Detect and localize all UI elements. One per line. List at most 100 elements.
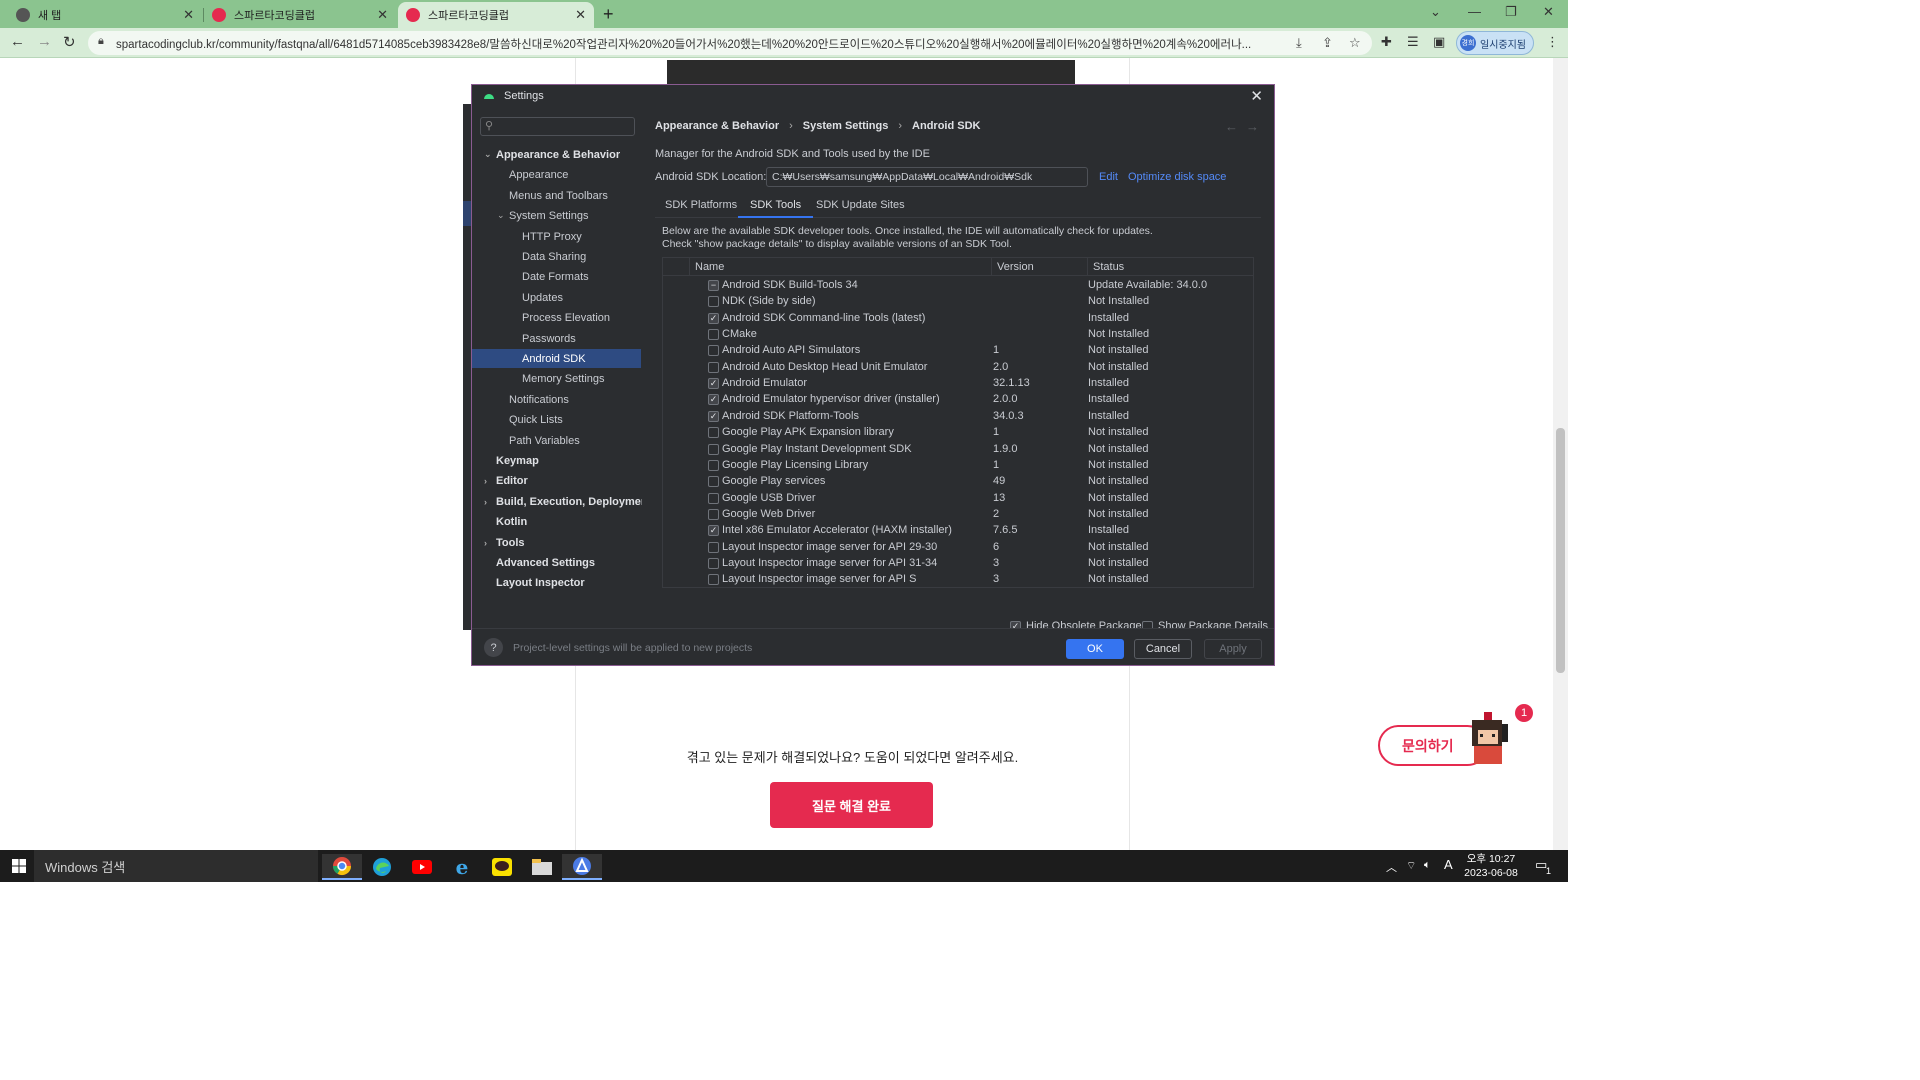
url-text[interactable]: spartacodingclub.kr/community/fastqna/al…	[116, 36, 1276, 52]
sidebar-item-keymap[interactable]: Keymap	[472, 451, 641, 470]
share-icon[interactable]: ⇪	[1322, 35, 1333, 51]
column-header-version[interactable]: Version	[997, 261, 1034, 273]
sidebar-item-appearance-behavior[interactable]: ⌄ Appearance & Behavior	[472, 145, 641, 164]
close-tab-icon[interactable]: ✕	[575, 7, 586, 23]
optimize-disk-link[interactable]: Optimize disk space	[1128, 171, 1226, 183]
row-checkbox[interactable]	[708, 574, 719, 585]
tray-overflow-icon[interactable]: ︿	[1386, 859, 1397, 875]
tab-search-icon[interactable]: ⌄	[1430, 4, 1441, 20]
sidebar-item-android-sdk[interactable]: Android SDK	[472, 349, 641, 368]
minimize-icon[interactable]: —	[1468, 4, 1481, 19]
browser-tab-sparta-active[interactable]: 스파르타코딩클럽 ✕	[398, 2, 594, 28]
sidebar-item-quick-lists[interactable]: Quick Lists	[472, 410, 641, 429]
table-row[interactable]: ✓ Intel x86 Emulator Accelerator (HAXM in…	[663, 523, 1253, 539]
sdk-location-field[interactable]: C:₩Users₩samsung₩AppData₩Local₩Android₩S…	[766, 167, 1088, 187]
media-queue-icon[interactable]: ☰	[1407, 34, 1419, 50]
row-checkbox[interactable]: −	[708, 280, 719, 291]
restore-icon[interactable]: ❐	[1505, 4, 1517, 20]
sidebar-item-memory-settings[interactable]: Memory Settings	[472, 369, 641, 388]
kakaotalk-taskbar-icon[interactable]	[482, 854, 522, 880]
extensions-icon[interactable]: ✚	[1381, 34, 1392, 50]
table-row[interactable]: CMake Not Installed	[663, 327, 1253, 343]
page-scrollbar[interactable]	[1553, 58, 1568, 850]
row-checkbox[interactable]	[708, 493, 719, 504]
sidebar-item-http-proxy[interactable]: HTTP Proxy	[472, 227, 641, 246]
android-studio-taskbar-icon[interactable]	[562, 854, 602, 880]
table-row[interactable]: Google Play Licensing Library 1 Not instal…	[663, 458, 1253, 474]
sidebar-item-date-formats[interactable]: Date Formats	[472, 267, 641, 286]
sidebar-item-tools[interactable]: › Tools	[472, 533, 641, 552]
table-row[interactable]: Layout Inspector image server for API 29…	[663, 540, 1253, 556]
apply-button[interactable]: Apply	[1204, 639, 1262, 659]
help-button[interactable]: ?	[484, 638, 503, 657]
browser-tab-new[interactable]: 새 탭 ✕	[8, 2, 202, 28]
table-row[interactable]: NDK (Side by side) Not Installed	[663, 294, 1253, 310]
sidebar-item-kotlin[interactable]: Kotlin	[472, 512, 641, 531]
row-checkbox[interactable]: ✓	[708, 394, 719, 405]
row-checkbox[interactable]	[708, 444, 719, 455]
back-icon[interactable]: ←	[10, 33, 25, 50]
system-clock[interactable]: 오후 10:27 2023-06-08	[1455, 852, 1527, 880]
row-checkbox[interactable]	[708, 460, 719, 471]
table-row[interactable]: Google Play Instant Development SDK 1.9.0…	[663, 442, 1253, 458]
reload-icon[interactable]: ↻	[63, 33, 76, 51]
row-checkbox[interactable]: ✓	[708, 378, 719, 389]
resolve-question-button[interactable]: 질문 해결 완료	[770, 782, 933, 828]
table-row[interactable]: Google Web Driver 2 Not installed	[663, 507, 1253, 523]
menu-kebab-icon[interactable]: ⋮	[1546, 34, 1559, 50]
breadcrumb-item[interactable]: System Settings	[803, 120, 889, 132]
ime-indicator[interactable]: A	[1444, 857, 1453, 872]
internet-explorer-taskbar-icon[interactable]: e	[442, 854, 482, 880]
bookmark-star-icon[interactable]: ☆	[1349, 35, 1361, 51]
table-row[interactable]: Android Auto API Simulators 1 Not installe…	[663, 343, 1253, 359]
chevron-down-icon[interactable]: ⌄	[497, 210, 505, 221]
edit-link[interactable]: Edit	[1099, 171, 1118, 183]
windows-start-icon[interactable]	[12, 859, 26, 873]
cancel-button[interactable]: Cancel	[1134, 639, 1192, 659]
row-checkbox[interactable]	[708, 558, 719, 569]
settings-search-input[interactable]: ⚲	[480, 117, 635, 136]
youtube-taskbar-icon[interactable]	[402, 854, 442, 880]
table-row[interactable]: ✓ Android SDK Command-line Tools (latest)…	[663, 311, 1253, 327]
network-icon[interactable]: ⌔	[1406, 859, 1416, 873]
sidebar-item-data-sharing[interactable]: Data Sharing	[472, 247, 641, 266]
sidebar-item-process-elevation[interactable]: Process Elevation	[472, 308, 641, 327]
chevron-down-icon[interactable]: ⌄	[484, 149, 492, 160]
sidebar-item-notifications[interactable]: Notifications	[472, 390, 641, 409]
table-row[interactable]: Google Play APK Expansion library 1 Not in…	[663, 425, 1253, 441]
close-tab-icon[interactable]: ✕	[377, 7, 388, 23]
sidebar-item-editor[interactable]: › Editor	[472, 471, 641, 490]
row-checkbox[interactable]	[708, 542, 719, 553]
sidebar-item-system-settings[interactable]: ⌄ System Settings	[472, 206, 641, 225]
profile-button[interactable]: 경희 일시중지됨	[1456, 31, 1534, 55]
row-checkbox[interactable]: ✓	[708, 313, 719, 324]
sidebar-item-build-execution-deployment[interactable]: › Build, Execution, Deployment	[472, 492, 651, 511]
row-checkbox[interactable]: ✓	[708, 411, 719, 422]
table-row[interactable]: Layout Inspector image server for API 31…	[663, 556, 1253, 572]
chevron-right-icon[interactable]: ›	[484, 497, 487, 507]
browser-tab-sparta-1[interactable]: 스파르타코딩클럽 ✕	[204, 2, 396, 28]
mascot-icon[interactable]	[1466, 712, 1512, 766]
chrome-taskbar-icon[interactable]	[322, 854, 362, 880]
install-icon[interactable]: ⤓	[1296, 35, 1302, 51]
table-row[interactable]: Layout Inspector image server for API S 3…	[663, 572, 1253, 587]
table-row[interactable]: ✓ Android Emulator 32.1.13 Installed	[663, 376, 1253, 392]
close-window-icon[interactable]: ✕	[1543, 4, 1554, 20]
back-arrow-icon[interactable]: ←	[1225, 119, 1238, 134]
tab-sdk-platforms[interactable]: SDK Platforms	[665, 199, 737, 218]
sidebar-item-layout-inspector[interactable]: Layout Inspector	[472, 573, 641, 592]
table-row[interactable]: Google USB Driver 13 Not installed	[663, 491, 1253, 507]
sidebar-item-passwords[interactable]: Passwords	[472, 329, 641, 348]
ok-button[interactable]: OK	[1066, 639, 1124, 659]
tab-sdk-tools[interactable]: SDK Tools	[738, 199, 814, 218]
lock-icon[interactable]: 🔒︎	[98, 35, 104, 48]
volume-icon[interactable]: 🔈︎	[1424, 859, 1431, 872]
table-row[interactable]: Google Play services 49 Not installed	[663, 474, 1253, 490]
row-checkbox[interactable]: ✓	[708, 525, 719, 536]
table-row[interactable]: ✓ Android Emulator hypervisor driver (ins…	[663, 392, 1253, 408]
windows-search-box[interactable]: Windows 검색	[34, 850, 318, 882]
chevron-right-icon[interactable]: ›	[484, 476, 487, 486]
row-checkbox[interactable]	[708, 427, 719, 438]
edge-taskbar-icon[interactable]	[362, 854, 402, 880]
new-tab-icon[interactable]: +	[603, 4, 614, 25]
